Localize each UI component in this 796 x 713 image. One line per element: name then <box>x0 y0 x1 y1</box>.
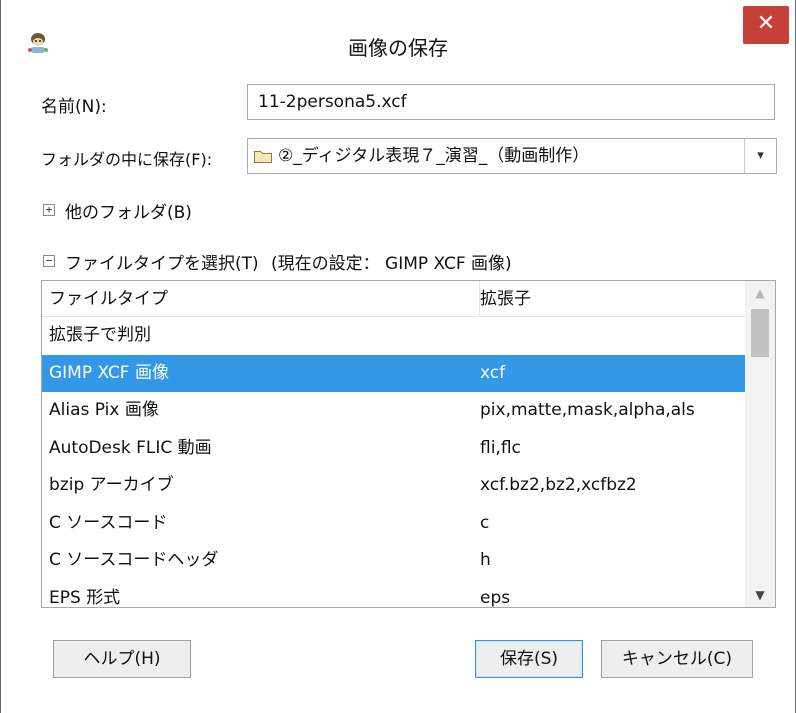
file-type-name: GIMP XCF 画像 <box>49 362 169 383</box>
select-file-type-expander[interactable]: ファイルタイプを選択(T) <box>65 249 259 274</box>
save-button[interactable]: 保存(S) <box>475 640 583 678</box>
save-in-folder-label: フォルダの中に保存(F): <box>41 150 213 169</box>
current-setting-text: (現在の設定： GIMP XCF 画像) <box>271 254 512 274</box>
file-type-extension: pix,matte,mask,alpha,als <box>480 400 695 420</box>
file-type-extension: xcf.bz2,bz2,xcfbz2 <box>480 475 637 495</box>
list-header: ファイルタイプ 拡張子 <box>42 281 745 317</box>
list-item-selected[interactable]: GIMP XCF 画像 xcf <box>42 354 745 392</box>
name-label: 名前(N): <box>41 97 107 117</box>
folder-dropdown[interactable]: ②_ディジタル表現７_演習_（動画制作） ▾ <box>247 138 777 174</box>
column-header-extension[interactable]: 拡張子 <box>480 281 531 317</box>
file-type-name: C ソースコードヘッダ <box>49 550 219 570</box>
file-type-list[interactable]: ファイルタイプ 拡張子 拡張子で判別 GIMP XCF 画像 xcf Alias… <box>41 280 776 608</box>
folder-icon <box>254 151 272 163</box>
file-type-name: 拡張子で判別 <box>49 325 151 345</box>
file-type-name: bzip アーカイブ <box>49 475 174 495</box>
scroll-up-icon[interactable]: ▲ <box>745 281 775 305</box>
file-type-extension: eps <box>480 587 511 608</box>
list-item[interactable]: AutoDesk FLIC 動画 fli,flc <box>42 430 745 468</box>
dialog-title: 画像の保存 <box>348 36 448 60</box>
list-item[interactable]: EPS 形式 eps <box>42 580 745 608</box>
file-type-name: EPS 形式 <box>49 587 121 608</box>
list-item[interactable]: 拡張子で判別 <box>42 317 745 355</box>
file-type-extension: h <box>480 550 491 570</box>
collapse-minus-icon[interactable]: − <box>43 255 55 267</box>
filename-input[interactable]: 11-2persona5.xcf <box>247 84 775 120</box>
file-type-extension: fli,flc <box>480 437 521 458</box>
list-scrollbar[interactable]: ▲ ▼ <box>745 281 775 607</box>
scroll-down-icon[interactable]: ▼ <box>745 583 775 607</box>
title-bar[interactable]: 画像の保存 ✕ <box>1 0 795 84</box>
list-item[interactable]: Alias Pix 画像 pix,matte,mask,alpha,als <box>42 392 745 430</box>
list-item[interactable]: C ソースコード c <box>42 505 745 543</box>
file-type-name: C ソースコード <box>49 512 168 533</box>
file-type-extension: c <box>480 512 490 533</box>
other-folders-expander[interactable]: 他のフォルダ(B) <box>65 198 192 223</box>
folder-dropdown-value: ②_ディジタル表現７_演習_（動画制作） <box>278 146 590 166</box>
list-item[interactable]: bzip アーカイブ xcf.bz2,bz2,xcfbz2 <box>42 467 745 505</box>
save-image-dialog: 画像の保存 ✕ 名前(N): 11-2persona5.xcf フォルダの中に保… <box>0 0 796 713</box>
expand-plus-icon[interactable]: + <box>43 204 55 216</box>
chevron-down-icon[interactable]: ▾ <box>744 139 776 173</box>
list-item[interactable]: C ソースコードヘッダ h <box>42 542 745 580</box>
file-type-rows: 拡張子で判別 GIMP XCF 画像 xcf Alias Pix 画像 pix,… <box>42 317 745 608</box>
file-type-name: AutoDesk FLIC 動画 <box>49 437 212 458</box>
cancel-button[interactable]: キャンセル(C) <box>601 640 753 678</box>
column-header-file-type[interactable]: ファイルタイプ <box>49 281 168 317</box>
file-type-name: Alias Pix 画像 <box>49 400 159 420</box>
file-type-extension: xcf <box>480 362 506 383</box>
close-button[interactable]: ✕ <box>743 6 789 44</box>
close-icon: ✕ <box>756 11 776 36</box>
help-button[interactable]: ヘルプ(H) <box>53 640 191 678</box>
scroll-thumb[interactable] <box>751 309 769 357</box>
